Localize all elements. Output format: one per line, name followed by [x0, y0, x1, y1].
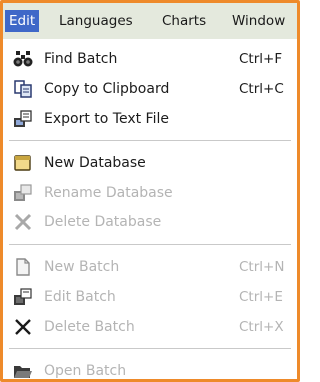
binoculars-icon	[13, 51, 33, 67]
copy-icon	[14, 80, 32, 98]
menu-item-label: Rename Database	[44, 185, 173, 201]
edit-menu-dropdown: Find Batch Ctrl+F Copy to Clipboard Ctrl…	[3, 39, 297, 379]
menu-separator	[9, 140, 291, 142]
menu-item-delete-database[interactable]: Delete Database	[3, 208, 297, 236]
shortcut-label: Ctrl+E	[239, 289, 283, 305]
menu-window[interactable]: Window	[228, 10, 289, 32]
menu-item-label: Edit Batch	[44, 289, 116, 305]
menu-languages[interactable]: Languages	[55, 10, 137, 32]
edit-icon	[14, 288, 32, 305]
database-icon	[14, 155, 31, 171]
document-icon	[16, 258, 30, 276]
delete-x-icon	[14, 213, 32, 231]
menu-bar: Edit Languages Charts Window	[3, 3, 297, 40]
menu-item-label: Export to Text File	[44, 111, 169, 127]
menu-charts[interactable]: Charts	[158, 10, 210, 32]
menu-item-find-batch[interactable]: Find Batch Ctrl+F	[3, 45, 297, 73]
menu-item-label: Delete Database	[44, 214, 162, 230]
shortcut-label: Ctrl+N	[239, 259, 285, 275]
menu-edit[interactable]: Edit	[5, 10, 40, 32]
menu-separator	[9, 348, 291, 350]
menu-item-copy-to-clipboard[interactable]: Copy to Clipboard Ctrl+C	[3, 75, 297, 103]
shortcut-label: Ctrl+X	[239, 319, 284, 335]
delete-x-icon	[15, 319, 31, 335]
menu-item-label: New Batch	[44, 259, 120, 275]
open-folder-icon	[14, 366, 32, 378]
menu-item-label: Copy to Clipboard	[44, 81, 170, 97]
menu-item-new-database[interactable]: New Database	[3, 149, 297, 177]
shortcut-label: Ctrl+C	[239, 81, 284, 97]
application-window: Edit Languages Charts Window Find Batch …	[0, 0, 300, 382]
menu-item-open-batch[interactable]: Open Batch	[3, 357, 297, 379]
menu-separator	[9, 244, 291, 246]
menu-item-label: Open Batch	[44, 363, 127, 379]
menu-item-edit-batch[interactable]: Edit Batch Ctrl+E	[3, 283, 297, 311]
shortcut-label: Ctrl+F	[239, 51, 283, 67]
menu-item-label: Find Batch	[44, 51, 118, 67]
menu-item-new-batch[interactable]: New Batch Ctrl+N	[3, 253, 297, 281]
menu-item-label: Delete Batch	[44, 319, 135, 335]
menu-item-delete-batch[interactable]: Delete Batch Ctrl+X	[3, 313, 297, 341]
export-icon	[14, 110, 32, 127]
menu-item-export-to-text-file[interactable]: Export to Text File	[3, 105, 297, 133]
rename-icon	[14, 184, 32, 201]
menu-item-label: New Database	[44, 155, 146, 171]
menu-item-rename-database[interactable]: Rename Database	[3, 179, 297, 207]
